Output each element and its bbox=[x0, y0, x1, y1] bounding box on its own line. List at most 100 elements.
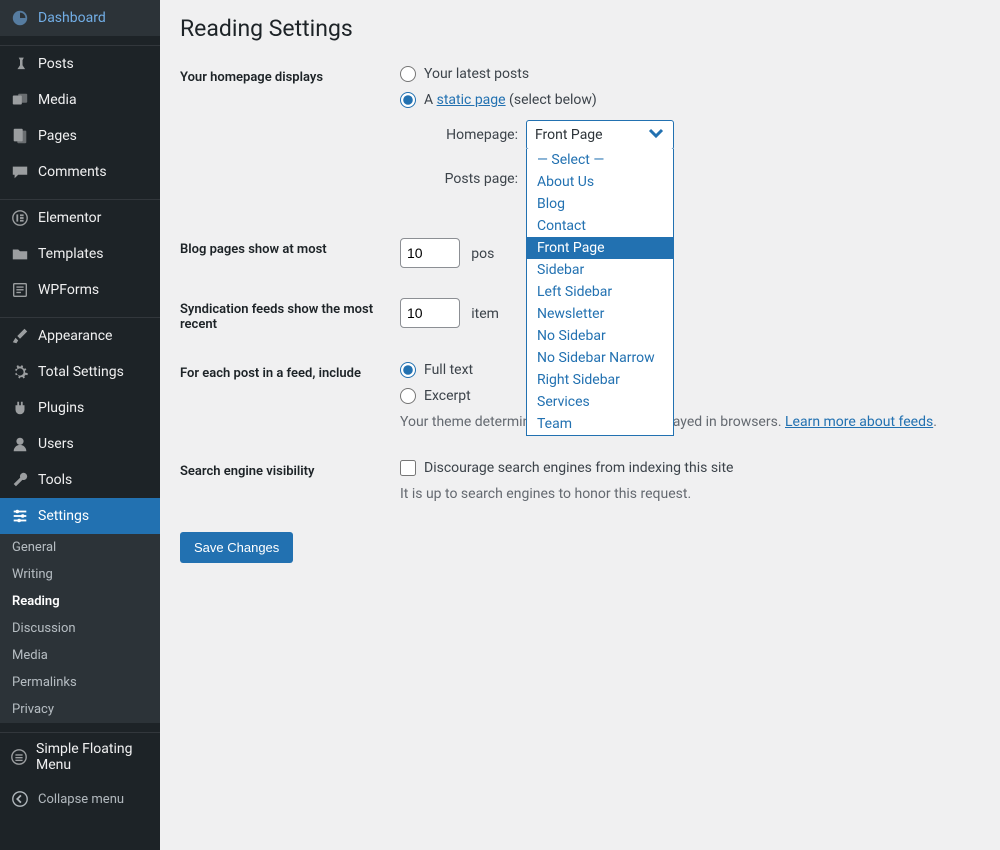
menu-icon bbox=[10, 747, 28, 767]
sub-item-general[interactable]: General bbox=[0, 534, 160, 561]
dropdown-option[interactable]: Front Page bbox=[527, 237, 673, 259]
label-homepage-displays: Your homepage displays bbox=[180, 66, 400, 85]
sidebar-item-total-settings[interactable]: Total Settings bbox=[0, 354, 160, 390]
learn-more-feeds-link[interactable]: Learn more about feeds bbox=[785, 414, 933, 430]
dropdown-option[interactable]: Services bbox=[527, 391, 673, 413]
dropdown-option[interactable]: — Select — bbox=[527, 149, 673, 171]
sub-item-discussion[interactable]: Discussion bbox=[0, 615, 160, 642]
label-blog-pages: Blog pages show at most bbox=[180, 238, 400, 257]
dropdown-option[interactable]: Blog bbox=[527, 193, 673, 215]
syndication-suffix: item bbox=[471, 306, 499, 322]
sidebar-item-pages[interactable]: Pages bbox=[0, 118, 160, 154]
collapse-menu-button[interactable]: Collapse menu bbox=[0, 781, 160, 817]
label-syndication: Syndication feeds show the most recent bbox=[180, 298, 400, 332]
field-syndication: item bbox=[400, 298, 980, 328]
homepage-select-value: Front Page bbox=[535, 127, 603, 143]
discourage-checkbox-label[interactable]: Discourage search engines from indexing … bbox=[424, 460, 733, 476]
dropdown-option[interactable]: No Sidebar Narrow bbox=[527, 347, 673, 369]
sub-item-privacy[interactable]: Privacy bbox=[0, 696, 160, 723]
sidebar-item-posts[interactable]: Posts bbox=[0, 46, 160, 82]
radio-latest-posts-input[interactable] bbox=[400, 66, 416, 82]
radio-full-text: Full text bbox=[400, 362, 980, 378]
discourage-checkbox[interactable] bbox=[400, 460, 416, 476]
sidebar-item-media[interactable]: Media bbox=[0, 82, 160, 118]
discourage-checkbox-row: Discourage search engines from indexing … bbox=[400, 460, 980, 476]
pages-icon bbox=[10, 126, 30, 146]
plug-icon bbox=[10, 398, 30, 418]
collapse-icon bbox=[10, 789, 30, 809]
sidebar-item-comments[interactable]: Comments bbox=[0, 154, 160, 190]
sidebar-item-appearance[interactable]: Appearance bbox=[0, 318, 160, 354]
homepage-select-display[interactable]: Front Page bbox=[526, 120, 674, 150]
sidebar-item-settings[interactable]: Settings bbox=[0, 498, 160, 534]
blog-pages-input[interactable] bbox=[400, 238, 460, 268]
sidebar-item-label: Elementor bbox=[38, 210, 101, 226]
sidebar-item-dashboard[interactable]: Dashboard bbox=[0, 0, 160, 36]
pin-icon bbox=[10, 54, 30, 74]
homepage-select[interactable]: Front Page — Select — About Us Blog Cont… bbox=[526, 120, 674, 150]
sidebar-item-label: Comments bbox=[38, 164, 107, 180]
sidebar-item-elementor[interactable]: Elementor bbox=[0, 200, 160, 236]
search-visibility-desc: It is up to search engines to honor this… bbox=[400, 486, 980, 502]
homepage-dropdown: — Select — About Us Blog Contact Front P… bbox=[526, 149, 674, 436]
radio-static-page-input[interactable] bbox=[400, 92, 416, 108]
admin-sidebar: Dashboard Posts Media Pages Comments Ele… bbox=[0, 0, 160, 850]
form-icon bbox=[10, 280, 30, 300]
dropdown-option[interactable]: Team bbox=[527, 413, 673, 435]
sidebar-item-label: Posts bbox=[38, 56, 74, 72]
sidebar-item-label: Users bbox=[38, 436, 74, 452]
label-search-visibility: Search engine visibility bbox=[180, 460, 400, 479]
sidebar-item-plugins[interactable]: Plugins bbox=[0, 390, 160, 426]
sub-item-permalinks[interactable]: Permalinks bbox=[0, 669, 160, 696]
dropdown-option[interactable]: Newsletter bbox=[527, 303, 673, 325]
page-title: Reading Settings bbox=[180, 15, 980, 42]
dropdown-option[interactable]: No Sidebar bbox=[527, 325, 673, 347]
sidebar-item-label: Dashboard bbox=[38, 10, 106, 26]
radio-excerpt: Excerpt bbox=[400, 388, 980, 404]
radio-static-page: A static page (select below) bbox=[400, 92, 980, 108]
settings-submenu: General Writing Reading Discussion Media… bbox=[0, 534, 160, 723]
radio-full-text-label[interactable]: Full text bbox=[424, 362, 473, 378]
sidebar-item-wpforms[interactable]: WPForms bbox=[0, 272, 160, 308]
radio-latest-posts: Your latest posts bbox=[400, 66, 980, 82]
sub-item-reading[interactable]: Reading bbox=[0, 588, 160, 615]
sidebar-item-users[interactable]: Users bbox=[0, 426, 160, 462]
sidebar-item-tools[interactable]: Tools bbox=[0, 462, 160, 498]
dropdown-option[interactable]: Left Sidebar bbox=[527, 281, 673, 303]
row-search-visibility: Search engine visibility Discourage sear… bbox=[180, 460, 980, 502]
sidebar-item-label: Simple Floating Menu bbox=[36, 741, 150, 773]
sidebar-item-label: Plugins bbox=[38, 400, 84, 416]
dropdown-option[interactable]: Right Sidebar bbox=[527, 369, 673, 391]
dashboard-icon bbox=[10, 8, 30, 28]
radio-excerpt-label[interactable]: Excerpt bbox=[424, 388, 471, 404]
sub-item-media[interactable]: Media bbox=[0, 642, 160, 669]
posts-page-select-row: Posts page: bbox=[424, 164, 980, 194]
save-changes-button[interactable]: Save Changes bbox=[180, 532, 293, 563]
static-page-link[interactable]: static page bbox=[437, 92, 506, 108]
sidebar-item-simple-floating-menu[interactable]: Simple Floating Menu bbox=[0, 733, 160, 781]
user-icon bbox=[10, 434, 30, 454]
syndication-input[interactable] bbox=[400, 298, 460, 328]
collapse-label: Collapse menu bbox=[38, 792, 124, 807]
page-select-group: Homepage: Front Page — Select — About Us… bbox=[424, 120, 980, 194]
radio-latest-posts-label[interactable]: Your latest posts bbox=[424, 66, 529, 82]
posts-page-select-label: Posts page: bbox=[424, 171, 518, 187]
radio-static-page-label[interactable]: A static page (select below) bbox=[424, 92, 597, 108]
dropdown-option[interactable]: About Us bbox=[527, 171, 673, 193]
brush-icon bbox=[10, 326, 30, 346]
elementor-icon bbox=[10, 208, 30, 228]
sidebar-item-label: Templates bbox=[38, 246, 104, 262]
gear-icon bbox=[10, 362, 30, 382]
homepage-select-label: Homepage: bbox=[424, 127, 518, 143]
sidebar-item-label: WPForms bbox=[38, 282, 99, 298]
radio-full-text-input[interactable] bbox=[400, 362, 416, 378]
field-blog-pages: pos bbox=[400, 238, 980, 268]
sub-item-writing[interactable]: Writing bbox=[0, 561, 160, 588]
sidebar-item-templates[interactable]: Templates bbox=[0, 236, 160, 272]
radio-excerpt-input[interactable] bbox=[400, 388, 416, 404]
dropdown-option[interactable]: Sidebar bbox=[527, 259, 673, 281]
feed-description: Your theme determines how content is dis… bbox=[400, 414, 980, 430]
sliders-icon bbox=[10, 506, 30, 526]
dropdown-option[interactable]: Contact bbox=[527, 215, 673, 237]
sidebar-item-label: Total Settings bbox=[38, 364, 124, 380]
